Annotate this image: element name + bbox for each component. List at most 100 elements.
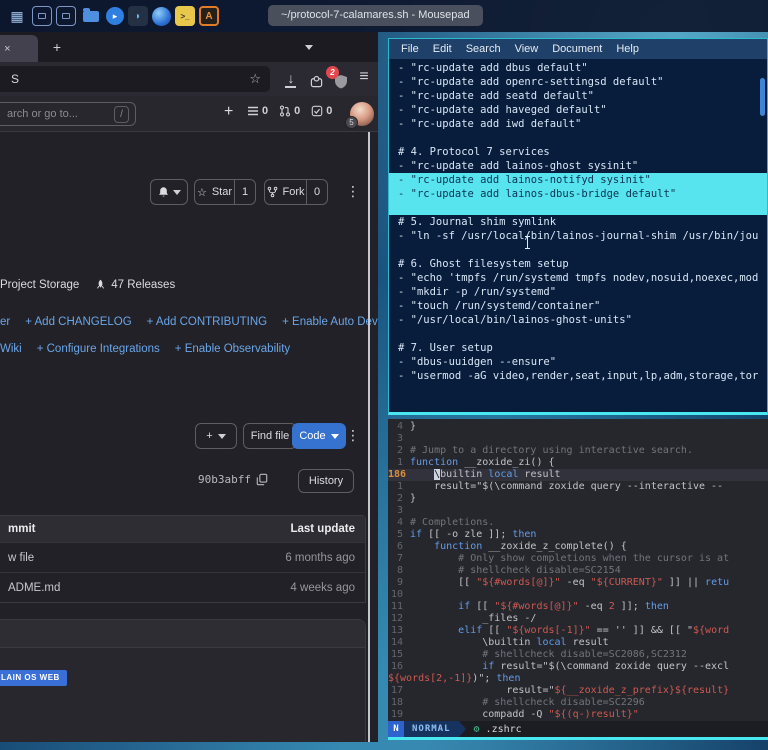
browser-tab[interactable]: les × [0, 35, 38, 62]
vim-line[interactable]: 9 [[ "${#words[@]}" -eq "${CURRENT}" ]] … [388, 577, 768, 589]
editor-line[interactable]: - "/usr/local/bin/lainos-ghost-units" [398, 313, 767, 327]
file-manager-icon[interactable]: >_ [175, 6, 195, 26]
editor-line[interactable]: # 5. Journal shim symlink [398, 215, 767, 229]
editor-line[interactable]: - "rc-update add lainos-dbus-bridge defa… [389, 187, 767, 201]
editor-line[interactable]: - "usermod -aG video,render,seat,input,l… [398, 369, 767, 383]
project-storage-link[interactable]: Project Storage [0, 279, 79, 291]
vim-line[interactable]: 6 function __zoxide_z_complete() { [388, 541, 768, 553]
taskbar-window-title[interactable]: ~/protocol-7-calamares.sh - Mousepad [268, 5, 483, 26]
shield-icon[interactable]: 2 [326, 66, 350, 89]
browser-globe-icon[interactable] [152, 6, 171, 26]
editor-line[interactable]: - "touch /run/systemd/container" [398, 299, 767, 313]
editor-line[interactable]: - "ln -sf /usr/local/bin/lainos-journal-… [398, 229, 767, 243]
column-header-commit[interactable]: mmit [8, 523, 35, 535]
history-button[interactable]: History [298, 469, 354, 493]
menu-file[interactable]: File [394, 39, 426, 59]
editor-line[interactable] [398, 243, 767, 257]
bookmark-star-icon[interactable]: ☆ [249, 71, 261, 87]
vim-line[interactable]: 12 _files -/ [388, 613, 768, 625]
vim-line[interactable]: 15 # shellcheck disable=SC2086,SC2312 [388, 649, 768, 661]
releases-link[interactable]: 47 Releases [95, 279, 175, 291]
avatar[interactable]: 5 [345, 102, 374, 129]
vim-line[interactable]: 14 \builtin local result [388, 637, 768, 649]
quick-link[interactable]: + Configure Integrations [37, 343, 160, 355]
menu-help[interactable]: Help [609, 39, 646, 59]
editor-line[interactable] [398, 131, 767, 145]
kebab-menu-icon[interactable]: ⋮ [346, 183, 360, 200]
vim-line[interactable]: 5 if [[ -o zle ]]; then [388, 529, 768, 541]
window-icon-2[interactable] [56, 6, 76, 26]
editor-a-icon[interactable]: A [199, 6, 219, 26]
copy-icon[interactable] [256, 473, 268, 486]
vim-line[interactable]: 8 # shellcheck disable=SC2154 [388, 565, 768, 577]
new-tab-button[interactable]: + [46, 36, 68, 58]
editor-line[interactable] [398, 327, 767, 341]
fork-count[interactable]: 0 [306, 180, 327, 204]
editor-line[interactable]: # 6. Ghost filesystem setup [398, 257, 767, 271]
vim-line[interactable]: 2 # Jump to a directory using interactive… [388, 445, 768, 457]
vim-line[interactable]: 3 [388, 505, 768, 517]
vim-line[interactable]: 2} [388, 493, 768, 505]
quick-link[interactable]: + Enable Observability [175, 343, 290, 355]
mousepad-scrollbar[interactable] [760, 78, 765, 116]
commit-sha[interactable]: 90b3abff [198, 473, 251, 486]
vim-line[interactable]: 1 result="$(\command zoxide query --inte… [388, 481, 768, 493]
menu-edit[interactable]: Edit [426, 39, 459, 59]
list-tabs-chevron-icon[interactable] [305, 45, 313, 50]
tab-close-icon[interactable]: × [4, 43, 10, 55]
table-row[interactable]: w file 6 months ago [0, 542, 365, 572]
terminal-icon[interactable]: ◗ [128, 6, 148, 26]
menu-document[interactable]: Document [545, 39, 609, 59]
window-icon-1[interactable] [32, 6, 52, 26]
star-count[interactable]: 1 [234, 180, 255, 204]
vim-line[interactable]: ${words[2,-1]})"; then [388, 673, 768, 685]
editor-line[interactable]: # 7. User setup [398, 341, 767, 355]
menu-hamburger-icon[interactable]: ≡ [355, 68, 373, 86]
mousepad-text-area[interactable]: - "rc-update add dbus default" - "rc-upda… [389, 59, 767, 412]
editor-line[interactable]: - "dbus-uuidgen --ensure" [398, 355, 767, 369]
fork-button[interactable]: Fork 0 [264, 179, 328, 205]
kebab-menu-icon[interactable]: ⋮ [346, 427, 360, 444]
editor-line[interactable]: - "rc-update add seatd default" [398, 89, 767, 103]
menu-view[interactable]: View [508, 39, 546, 59]
vim-line[interactable]: 19 compadd -Q "${(q-)result}" [388, 709, 768, 721]
add-file-dropdown[interactable]: + [195, 423, 237, 449]
url-bar[interactable]: S ☆ [0, 66, 270, 92]
vim-line[interactable]: 18 # shellcheck disable=SC2296 [388, 697, 768, 709]
quick-link[interactable]: Wiki [0, 343, 22, 355]
notifications-bell-button[interactable] [150, 179, 188, 205]
vim-line[interactable]: 3 [388, 433, 768, 445]
menu-search[interactable]: Search [459, 39, 508, 59]
vim-line[interactable]: 1 function __zoxide_zi() { [388, 457, 768, 469]
editor-line[interactable]: - "rc-update add haveged default" [398, 103, 767, 117]
todo-count[interactable]: 0 [311, 105, 332, 117]
browser-scrollbar[interactable] [368, 132, 370, 742]
editor-line[interactable] [389, 201, 767, 215]
vim-line[interactable]: 10 [388, 589, 768, 601]
gitlab-search-input[interactable]: arch or go to... / [0, 102, 136, 126]
star-button[interactable]: ☆ Star 1 [194, 179, 256, 205]
quick-link[interactable]: + Add CONTRIBUTING [147, 316, 267, 328]
find-file-button[interactable]: Find file [243, 423, 297, 449]
vim-line[interactable]: 11 if [[ "${#words[@]}" -eq 2 ]]; then [388, 601, 768, 613]
vim-line[interactable]: 7 # Only show completions when the curso… [388, 553, 768, 565]
quick-link[interactable]: + Enable Auto DevOps [282, 316, 378, 328]
vim-line[interactable]: 17 result="${__zoxide_z_prefix}${result} [388, 685, 768, 697]
vim-line[interactable]: 4 # Completions. [388, 517, 768, 529]
editor-line[interactable]: - "mkdir -p /run/systemd" [398, 285, 767, 299]
row-name[interactable]: w file [8, 552, 34, 564]
table-row[interactable]: ADME.md 4 weeks ago [0, 572, 365, 602]
vim-line[interactable]: 4} [388, 421, 768, 433]
vim-line[interactable]: 186 \builtin local result [388, 469, 768, 481]
extensions-puzzle-icon[interactable] [307, 73, 325, 88]
row-name[interactable]: ADME.md [8, 582, 60, 594]
code-dropdown-button[interactable]: Code [292, 423, 346, 449]
downloads-icon[interactable]: ↓ [282, 70, 300, 88]
paper-plane-icon[interactable]: ▸ [106, 7, 124, 25]
editor-line[interactable]: - "rc-update add lainos-notifyd sysinit" [389, 173, 767, 187]
vim-buffer[interactable]: 4} 3 2 # Jump to a directory using interac… [388, 419, 768, 721]
quick-link[interactable]: er [0, 316, 10, 328]
vim-line[interactable]: 13 elif [[ "${words[-1]}" == '' ]] && [[… [388, 625, 768, 637]
editor-line[interactable]: # 4. Protocol 7 services [398, 145, 767, 159]
folder-icon[interactable] [80, 5, 102, 27]
